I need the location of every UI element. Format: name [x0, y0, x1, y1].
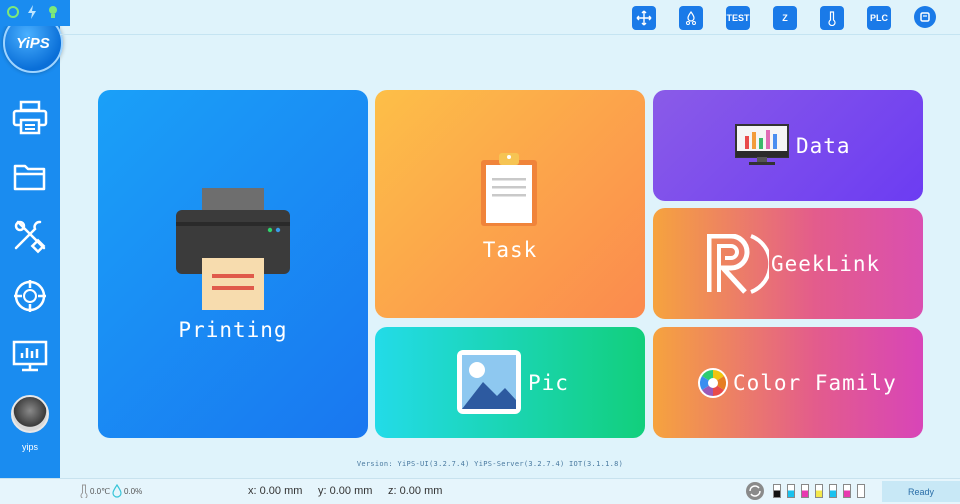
monitor-chart-icon[interactable]	[12, 338, 48, 374]
color-wheel-icon	[698, 368, 728, 398]
monitor-data-icon	[735, 124, 789, 165]
user-name: yips	[21, 442, 38, 452]
ink-level-light-magenta	[843, 484, 851, 498]
ink-level-white	[857, 484, 865, 498]
target-icon[interactable]	[12, 278, 48, 314]
data-label: Data	[796, 134, 851, 158]
ink-drops-icon	[686, 10, 696, 25]
data-tile[interactable]: Data	[653, 90, 923, 201]
printing-tile[interactable]: Printing	[98, 90, 368, 438]
tools-icon[interactable]	[12, 218, 48, 254]
ink-level-yellow	[815, 484, 823, 498]
ready-status: Ready	[882, 481, 960, 502]
plc-button[interactable]: PLC	[867, 6, 891, 30]
thermometer-icon	[828, 11, 836, 26]
humidity-icon	[112, 484, 122, 498]
humidity-value: 0.0%	[124, 487, 143, 496]
stop-icon	[920, 12, 930, 22]
geeklink-logo-icon	[707, 234, 769, 294]
move-icon	[636, 10, 652, 26]
pic-tile[interactable]: Pic	[375, 327, 645, 438]
printer-illustration-icon	[176, 188, 290, 310]
y-position: y: 0.00 mm	[318, 485, 373, 497]
z-position: z: 0.00 mm	[388, 485, 443, 497]
ink-level-cyan	[787, 484, 795, 498]
status-bar-left	[0, 0, 70, 26]
printing-label: Printing	[178, 318, 288, 342]
toolbar-divider	[60, 34, 960, 35]
ink-drops-button[interactable]	[679, 6, 703, 30]
sync-icon	[7, 6, 19, 18]
avatar[interactable]	[11, 395, 49, 433]
geeklink-tile[interactable]: GeekLink	[653, 208, 923, 319]
refresh-icon[interactable]	[744, 481, 766, 501]
pic-label: Pic	[528, 371, 569, 395]
light-icon	[49, 6, 57, 18]
temperature-value: 0.0℃	[90, 487, 111, 496]
task-label: Task	[482, 238, 538, 262]
x-position: x: 0.00 mm	[248, 485, 303, 497]
move-button[interactable]	[632, 6, 656, 30]
task-tile[interactable]: Task	[375, 90, 645, 318]
picture-icon	[457, 350, 521, 414]
folder-icon[interactable]	[12, 158, 48, 194]
ink-level-magenta	[801, 484, 809, 498]
thermometer-status-icon	[80, 484, 88, 498]
stop-button[interactable]	[914, 6, 936, 28]
printer-icon[interactable]	[12, 100, 48, 136]
version-text: Version: YiPS-UI(3.2.7.4) YiPS-Server(3.…	[356, 460, 624, 468]
color-family-label: Color Family	[733, 371, 897, 395]
z-axis-button[interactable]: Z	[773, 6, 797, 30]
ink-level-light-cyan	[829, 484, 837, 498]
clipboard-icon	[481, 153, 537, 226]
geeklink-label: GeekLink	[771, 252, 881, 276]
color-family-tile[interactable]: Color Family	[653, 327, 923, 438]
temperature-button[interactable]	[820, 6, 844, 30]
power-icon	[28, 5, 36, 19]
ink-level-black	[773, 484, 781, 498]
test-button[interactable]: TEST	[726, 6, 750, 30]
